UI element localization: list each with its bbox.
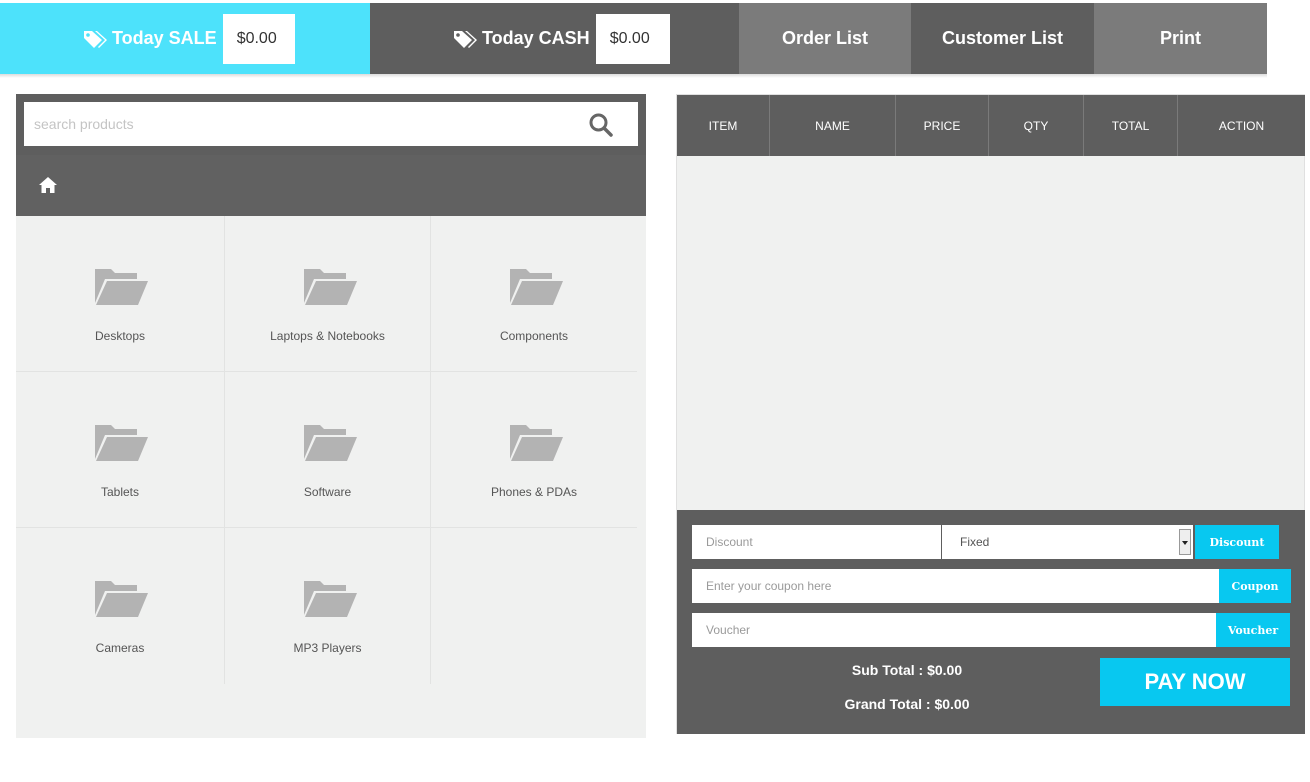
column-header-action: ACTION	[1218, 118, 1265, 133]
coupon-button[interactable]: Coupon	[1219, 569, 1291, 603]
column-header-name: NAME	[770, 95, 896, 156]
category-tile[interactable]: Tablets	[16, 372, 225, 528]
checkout-panel: Fixed Discount Coupon Voucher Sub Total …	[677, 510, 1305, 734]
voucher-button[interactable]: Voucher	[1216, 613, 1290, 647]
category-label: Cameras	[95, 641, 145, 655]
discount-type-select[interactable]: Fixed	[942, 525, 1193, 559]
discount-type-value: Fixed	[960, 535, 990, 549]
print-button[interactable]: Print	[1094, 3, 1267, 74]
sub-total: Sub Total : $0.00	[851, 662, 963, 678]
category-label: Phones & PDAs	[490, 485, 578, 499]
category-tile[interactable]: MP3 Players	[225, 528, 431, 684]
today-cash-label-wrap: Today CASH	[452, 28, 590, 50]
folder-open-icon	[95, 425, 148, 461]
folder-open-icon	[304, 269, 357, 305]
top-bar: Today SALE $0.00 Today CASH $0.00 Order …	[0, 3, 1310, 78]
today-sale-label-wrap: Today SALE	[82, 28, 217, 50]
category-tile[interactable]: Software	[225, 372, 431, 528]
today-cash-value: $0.00	[595, 13, 670, 64]
search-bar	[16, 94, 646, 155]
folder-open-icon	[304, 581, 357, 617]
category-tile[interactable]: Phones & PDAs	[431, 372, 637, 528]
category-label: Components	[499, 329, 569, 343]
category-tile[interactable]: Desktops	[16, 216, 225, 372]
search-input[interactable]	[24, 102, 638, 146]
pay-now-button[interactable]: PAY NOW	[1100, 658, 1290, 706]
select-arrow-icon[interactable]	[1179, 529, 1191, 555]
category-label: Laptops & Notebooks	[270, 329, 385, 343]
totals: Sub Total : $0.00 Grand Total : $0.00	[677, 660, 1137, 728]
category-tile[interactable]: Cameras	[16, 528, 225, 684]
top-bar-shadow	[0, 74, 1267, 78]
category-label: Desktops	[94, 329, 146, 343]
today-cash-label: Today CASH	[482, 28, 590, 48]
today-sale-label: Today SALE	[112, 28, 217, 48]
discount-input[interactable]	[692, 525, 941, 559]
column-header-qty: QTY	[989, 95, 1084, 156]
customer-list-button[interactable]: Customer List	[911, 3, 1094, 74]
column-header-price: PRICE	[896, 95, 989, 156]
today-sale-value: $0.00	[222, 13, 295, 64]
category-tile[interactable]: Components	[431, 216, 637, 372]
discount-button[interactable]: Discount	[1195, 525, 1279, 559]
home-icon[interactable]	[38, 175, 58, 195]
folder-open-icon	[510, 269, 563, 305]
today-sale-panel: Today SALE $0.00	[0, 3, 370, 74]
category-label: Software	[303, 485, 352, 499]
tags-icon	[454, 30, 477, 48]
category-label: MP3 Players	[293, 641, 362, 655]
product-browser: Desktops Laptops & Notebooks Components …	[16, 94, 646, 738]
order-list-button[interactable]: Order List	[739, 3, 911, 74]
coupon-input[interactable]	[692, 569, 1219, 603]
category-label: Tablets	[100, 485, 140, 499]
breadcrumb	[16, 155, 646, 216]
column-header-total: TOTAL	[1084, 95, 1178, 156]
folder-open-icon	[95, 269, 148, 305]
cart-panel: ITEM NAME PRICE QTY TOTAL ACTION Fixed D…	[676, 94, 1305, 734]
column-header-item: ITEM	[677, 95, 770, 156]
today-cash-panel: Today CASH $0.00	[370, 3, 739, 74]
folder-open-icon	[304, 425, 357, 461]
tags-icon	[84, 30, 107, 48]
voucher-input[interactable]	[692, 613, 1216, 647]
search-icon[interactable]	[588, 112, 614, 138]
folder-open-icon	[95, 581, 148, 617]
category-tile[interactable]: Laptops & Notebooks	[225, 216, 431, 372]
folder-open-icon	[510, 425, 563, 461]
cart-table-header: ITEM NAME PRICE QTY TOTAL ACTION	[677, 95, 1305, 156]
grand-total: Grand Total : $0.00	[844, 696, 970, 712]
